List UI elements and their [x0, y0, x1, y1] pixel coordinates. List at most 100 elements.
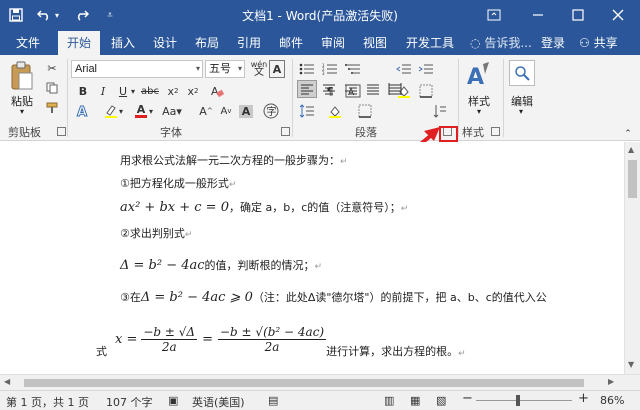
- document-canvas[interactable]: 用求根公式法解一元二次方程的一般步骤为：↵ ①把方程化成一般形式↵ ax² + …: [0, 142, 640, 374]
- distributed-icon[interactable]: [385, 80, 405, 98]
- phonetic-guide-icon[interactable]: wén 文: [249, 60, 269, 78]
- macro-record-icon[interactable]: ▤: [268, 394, 278, 407]
- scroll-right-icon[interactable]: ▶: [608, 377, 614, 386]
- change-case-icon[interactable]: Aa▾: [160, 102, 184, 120]
- line-spacing-icon[interactable]: [297, 102, 317, 120]
- bold-icon[interactable]: B: [73, 82, 93, 100]
- doc-line-3[interactable]: ax² + bx + c = 0，确定 a，b，c的值（注意符号）；↵: [120, 199, 408, 215]
- search-icon[interactable]: [509, 60, 535, 86]
- borders-icon[interactable]: [416, 82, 436, 100]
- doc-line-5[interactable]: Δ = b² − 4ac的值，判断根的情况；↵: [120, 257, 322, 273]
- word-count[interactable]: 107 个字: [106, 394, 153, 410]
- character-shading-icon[interactable]: A: [238, 102, 254, 120]
- tab-mailings[interactable]: 邮件: [272, 31, 310, 55]
- svg-text:字: 字: [267, 105, 277, 118]
- justify-icon[interactable]: [363, 80, 383, 98]
- zoom-in-button[interactable]: +: [578, 391, 589, 406]
- styles-group-label: 样式: [462, 126, 484, 139]
- horizontal-scroll-thumb[interactable]: [24, 379, 584, 387]
- paste-dropdown-icon[interactable]: ▾: [14, 107, 30, 116]
- fraction-root-formula-2: −b ± √(b² − 4ac) 2a: [218, 324, 327, 354]
- cut-icon[interactable]: ✂: [42, 59, 62, 77]
- align-left-icon[interactable]: [297, 80, 317, 98]
- scroll-up-icon[interactable]: ▲: [628, 145, 634, 154]
- tab-home[interactable]: 开始: [58, 31, 100, 56]
- font-group-label: 字体: [160, 126, 182, 139]
- vertical-scroll-thumb[interactable]: [628, 160, 637, 198]
- tab-design[interactable]: 设计: [146, 31, 184, 55]
- sign-in-link[interactable]: 登录: [541, 31, 565, 55]
- share-button[interactable]: ⚇ 共享: [575, 31, 618, 55]
- lightbulb-icon: ◌: [470, 36, 481, 50]
- grow-font-icon[interactable]: A ^: [196, 102, 216, 120]
- font-name-combo[interactable]: Arial ▾: [71, 60, 203, 78]
- shrink-font-icon[interactable]: Av: [216, 102, 236, 120]
- scroll-down-icon[interactable]: ▼: [628, 360, 634, 369]
- doc-line-4[interactable]: ②求出判别式↵: [120, 225, 192, 241]
- tab-developer[interactable]: 开发工具: [400, 31, 460, 55]
- paragraph-borders-icon[interactable]: [355, 102, 375, 120]
- clipboard-launcher-icon[interactable]: [57, 127, 66, 136]
- enclose-characters-icon[interactable]: 字: [262, 102, 280, 120]
- tab-references[interactable]: 引用: [230, 31, 268, 55]
- doc-line-7[interactable]: 式 x = −b ± √Δ 2a = −b ± √(b² − 4ac) 2a 进…: [96, 317, 466, 361]
- highlight-dropdown-icon[interactable]: ▾: [116, 102, 126, 120]
- proofing-icon[interactable]: ▣: [168, 394, 178, 407]
- tab-insert[interactable]: 插入: [104, 31, 142, 55]
- character-border-icon[interactable]: A: [269, 60, 285, 78]
- page-count[interactable]: 第 1 页，共 1 页: [6, 394, 89, 410]
- tab-layout[interactable]: 布局: [188, 31, 226, 55]
- numbering-icon[interactable]: 123: [320, 60, 340, 78]
- tab-file[interactable]: 文件: [8, 31, 48, 55]
- font-size-combo[interactable]: 五号 ▾: [205, 60, 245, 78]
- collapse-ribbon-icon[interactable]: ⌃: [618, 125, 638, 143]
- decrease-indent-icon[interactable]: [394, 60, 414, 78]
- zoom-level[interactable]: 86%: [600, 394, 624, 407]
- increase-indent-icon[interactable]: [416, 60, 436, 78]
- multilevel-list-icon[interactable]: [343, 60, 363, 78]
- styles-icon[interactable]: A: [465, 60, 493, 90]
- align-center-icon[interactable]: [319, 80, 339, 98]
- tab-view[interactable]: 视图: [356, 31, 394, 55]
- zoom-out-button[interactable]: −: [462, 391, 473, 406]
- superscript-icon[interactable]: x2: [183, 82, 203, 100]
- strikethrough-icon[interactable]: abc: [140, 82, 160, 100]
- font-launcher-icon[interactable]: [281, 127, 290, 136]
- read-mode-icon[interactable]: ▥: [384, 394, 394, 407]
- copy-icon[interactable]: [42, 79, 62, 97]
- title-bar: ▾ ⩡ 文档1 - Word(产品激活失败): [0, 0, 640, 31]
- zoom-slider-handle[interactable]: [516, 395, 520, 406]
- minimize-icon[interactable]: [526, 4, 550, 26]
- paragraph-shading-icon[interactable]: [325, 102, 345, 120]
- doc-line-6[interactable]: ③在Δ = b² − 4ac ⩾ 0（注：此处Δ读"德尔塔"）的前提下，把 a、…: [120, 289, 547, 305]
- tab-review[interactable]: 审阅: [314, 31, 352, 55]
- font-color-dropdown-icon[interactable]: ▾: [146, 102, 156, 120]
- editing-dropdown-icon[interactable]: ▾: [514, 107, 528, 116]
- styles-launcher-icon[interactable]: [491, 127, 500, 136]
- underline-dropdown-icon[interactable]: ▾: [128, 82, 138, 100]
- styles-dropdown-icon[interactable]: ▾: [472, 107, 486, 116]
- ribbon-display-options-icon[interactable]: [482, 4, 506, 26]
- format-painter-icon[interactable]: [42, 99, 62, 117]
- close-icon[interactable]: [606, 4, 630, 26]
- paste-icon[interactable]: [10, 61, 34, 91]
- text-effects-icon[interactable]: A: [73, 102, 93, 120]
- doc-line-2[interactable]: ①把方程化成一般形式↵: [120, 175, 236, 191]
- paragraph-sort-icon[interactable]: [430, 102, 450, 120]
- maximize-icon[interactable]: [566, 4, 590, 26]
- bullets-icon[interactable]: [297, 60, 317, 78]
- clear-formatting-icon[interactable]: A: [207, 82, 227, 100]
- person-icon: ⚇: [579, 36, 590, 50]
- horizontal-scrollbar[interactable]: ◀ ▶: [0, 374, 640, 390]
- print-layout-icon[interactable]: ▦: [410, 394, 420, 407]
- align-right-icon[interactable]: [341, 80, 361, 98]
- zoom-slider[interactable]: [476, 400, 572, 401]
- italic-icon[interactable]: I: [93, 82, 113, 100]
- subscript-icon[interactable]: x2: [163, 82, 183, 100]
- scroll-left-icon[interactable]: ◀: [4, 377, 10, 386]
- doc-line-1[interactable]: 用求根公式法解一元二次方程的一般步骤为：↵: [120, 152, 348, 168]
- web-layout-icon[interactable]: ▧: [436, 394, 446, 407]
- language-indicator[interactable]: 英语(美国): [192, 394, 245, 410]
- tell-me-search[interactable]: ◌ 告诉我...: [470, 31, 532, 55]
- vertical-scrollbar[interactable]: ▲ ▼: [624, 142, 640, 374]
